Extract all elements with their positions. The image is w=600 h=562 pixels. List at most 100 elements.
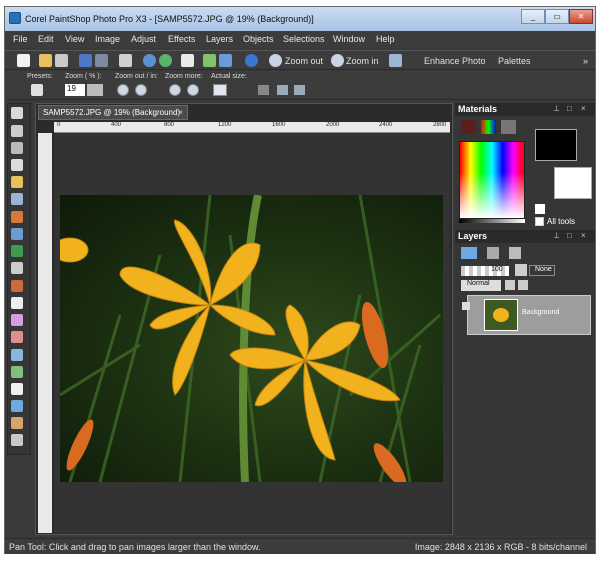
layer-name: Background (522, 309, 560, 316)
swatches-tab-icon[interactable] (501, 120, 516, 134)
window-fit-icon[interactable] (294, 85, 305, 95)
warp-brush-icon[interactable] (11, 434, 23, 446)
zoom-spinner[interactable] (87, 84, 103, 96)
menu-edit[interactable]: Edit (38, 34, 54, 44)
blend-none-select[interactable]: None (529, 265, 555, 276)
copy-icon[interactable] (389, 54, 402, 67)
document-tab[interactable]: SAMP5572.JPG @ 19% (Background) × (38, 105, 188, 120)
pin-icon[interactable]: ⊥ (553, 231, 560, 240)
zoom-in-icon[interactable] (331, 54, 344, 67)
straighten-tool-icon[interactable] (11, 193, 23, 205)
menu-objects[interactable]: Objects (243, 34, 274, 44)
actual-size-icon[interactable] (213, 84, 227, 96)
color-changer-icon[interactable] (11, 366, 23, 378)
swap-colors-icon[interactable] (535, 204, 545, 214)
print-icon[interactable] (119, 54, 132, 67)
enhance-icon[interactable] (203, 54, 216, 67)
lighten-darken-icon[interactable] (11, 314, 23, 326)
foreground-color-swatch[interactable] (535, 129, 577, 161)
pen-tool-icon[interactable] (11, 417, 23, 429)
menu-selections[interactable]: Selections (283, 34, 325, 44)
presets-label: Presets: (27, 73, 53, 80)
maximize-button[interactable]: ▭ (545, 9, 569, 24)
menu-layers[interactable]: Layers (206, 34, 233, 44)
zoom-in-small-icon[interactable] (135, 84, 147, 96)
red-eye-tool-icon[interactable] (11, 211, 23, 223)
minimize-button[interactable]: _ (521, 9, 545, 24)
restore-icon[interactable]: □ (567, 231, 572, 240)
grayscale-strip[interactable] (459, 219, 525, 223)
enhance-photo-menu[interactable]: Enhance Photo (424, 56, 486, 66)
actual-size-label: Actual size: (211, 73, 247, 80)
new-layer-icon[interactable] (461, 247, 477, 259)
clone-tool-icon[interactable] (11, 245, 23, 257)
open-file-icon[interactable] (39, 54, 52, 67)
text-tool-icon[interactable] (11, 383, 23, 395)
menu-view[interactable]: View (65, 34, 84, 44)
background-color-swatch[interactable] (554, 167, 592, 199)
zoom-field[interactable]: 19 (65, 84, 85, 96)
selection-tool-icon[interactable] (11, 142, 23, 154)
info-icon[interactable] (245, 54, 258, 67)
menu-adjust[interactable]: Adjust (131, 34, 156, 44)
photo-drawing (60, 195, 441, 482)
blend-mode-select[interactable]: Normal (461, 280, 501, 291)
all-tools-checkbox[interactable] (535, 217, 544, 226)
zoom-in-button[interactable]: Zoom in (346, 56, 379, 66)
screen-icon[interactable] (277, 85, 288, 95)
undo-icon[interactable] (143, 54, 156, 67)
layer-row-background[interactable]: Background (462, 295, 591, 335)
menu-window[interactable]: Window (333, 34, 365, 44)
pick-tool-icon[interactable] (11, 125, 23, 137)
image-info: Image: 2848 x 2136 x RGB - 8 bits/channe… (414, 542, 587, 552)
lock-icon[interactable] (518, 280, 528, 290)
daylily-photo[interactable] (60, 195, 443, 482)
redo-icon[interactable] (159, 54, 172, 67)
edit-icon[interactable] (181, 54, 194, 67)
vertical-ruler (38, 133, 52, 533)
color-spectrum[interactable] (459, 141, 525, 219)
menu-help[interactable]: Help (376, 34, 395, 44)
fit-icon[interactable] (258, 85, 269, 95)
palettes-menu[interactable]: Palettes (498, 56, 531, 66)
menu-file[interactable]: File (13, 34, 28, 44)
eraser-tool-icon[interactable] (11, 331, 23, 343)
save-as-icon[interactable] (95, 54, 108, 67)
close-button[interactable]: ✕ (569, 9, 593, 24)
menu-image[interactable]: Image (95, 34, 120, 44)
zoom-out-button[interactable]: Zoom out (285, 56, 323, 66)
delete-layer-icon[interactable] (509, 247, 521, 259)
pin-icon[interactable]: ⊥ (553, 104, 560, 113)
link-icon[interactable] (515, 264, 527, 276)
paint-brush-icon[interactable] (11, 280, 23, 292)
preset-hand-icon[interactable] (31, 84, 43, 96)
browse-icon[interactable] (55, 54, 68, 67)
zoom-more-out-icon[interactable] (169, 84, 181, 96)
scratch-remover-icon[interactable] (11, 262, 23, 274)
close-icon[interactable]: × (581, 104, 586, 113)
zoom-out-small-icon[interactable] (117, 84, 129, 96)
rainbow-tab-icon[interactable] (481, 120, 496, 134)
restore-icon[interactable]: □ (567, 104, 572, 113)
dropper-tool-icon[interactable] (11, 159, 23, 171)
save-icon[interactable] (79, 54, 92, 67)
close-icon[interactable]: × (581, 231, 586, 240)
preset-shape-icon[interactable] (11, 400, 23, 412)
toolbar-overflow[interactable]: » (583, 56, 588, 66)
visibility-eye-icon[interactable] (462, 302, 470, 310)
flood-fill-icon[interactable] (11, 349, 23, 361)
makeover-tool-icon[interactable] (11, 228, 23, 240)
new-file-icon[interactable] (17, 54, 30, 67)
pan-tool-icon[interactable] (11, 107, 23, 119)
menu-effects[interactable]: Effects (168, 34, 195, 44)
zoom-out-icon[interactable] (269, 54, 282, 67)
lock-transparency-icon[interactable] (505, 280, 515, 290)
learning-icon[interactable] (219, 54, 232, 67)
airbrush-icon[interactable] (11, 297, 23, 309)
image-canvas[interactable] (54, 133, 450, 533)
crop-tool-icon[interactable] (11, 176, 23, 188)
close-document-icon[interactable]: × (178, 108, 183, 117)
mask-icon[interactable] (487, 247, 499, 259)
frame-tab-icon[interactable] (461, 120, 476, 134)
zoom-more-in-icon[interactable] (187, 84, 199, 96)
